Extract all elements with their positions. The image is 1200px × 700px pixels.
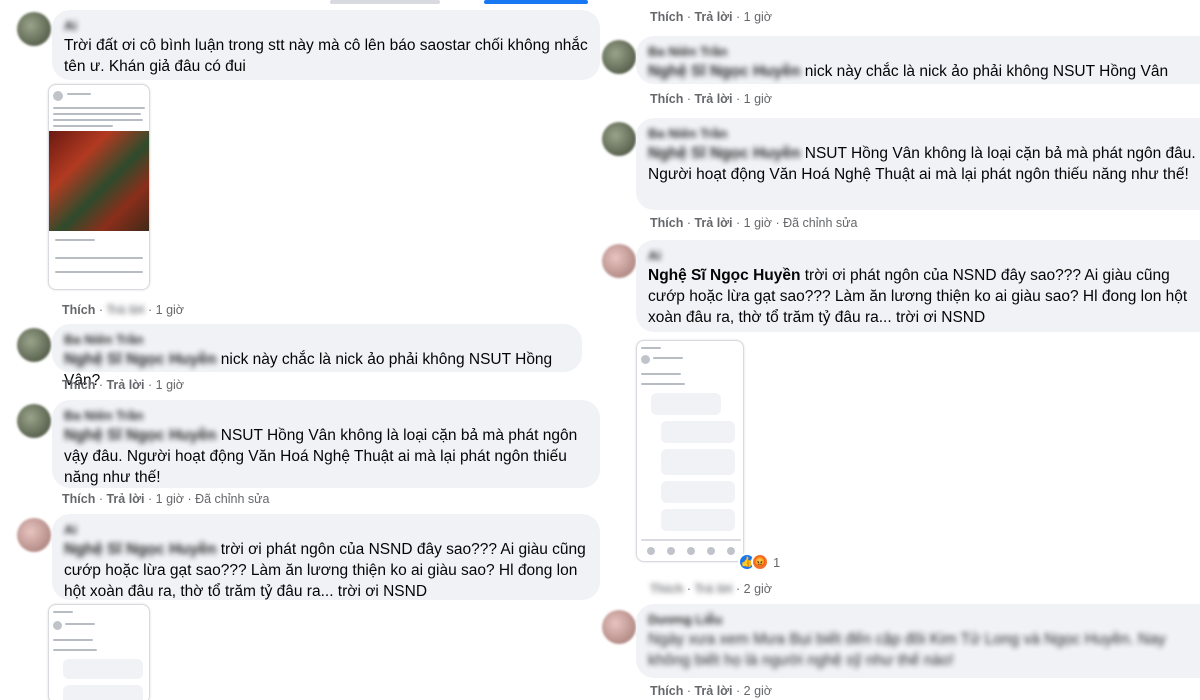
comment-time[interactable]: 2 giờ (744, 582, 772, 596)
like-link[interactable]: Thích (650, 684, 683, 698)
comment-bubble: Ai Trời đất ơi cô bình luận trong stt nà… (52, 10, 600, 80)
right-comment-thread: Thích · Trả lời · 1 giờ Ba Niên Trần Ngh… (600, 0, 1200, 700)
comment-actions: Thích · Trả lời · 1 giờ (62, 303, 184, 317)
avatar[interactable] (17, 518, 51, 552)
comment-text: Ngày xưa xem Mưa Bụi biết đến cặp đôi Ki… (648, 631, 1166, 669)
mention-tag[interactable]: Nghệ Sĩ Ngọc Huyền (64, 541, 216, 558)
commenter-name[interactable]: Ba Niên Trần (64, 408, 588, 423)
reply-link[interactable]: Trả lời (106, 378, 144, 392)
avatar[interactable] (17, 328, 51, 362)
edited-label: Đã chỉnh sửa (783, 216, 858, 230)
commenter-name[interactable]: Ba Niên Trần (648, 126, 1200, 141)
reply-link[interactable]: Trả lời (694, 10, 732, 24)
reply-link[interactable]: Trả lời (694, 684, 732, 698)
commenter-name[interactable]: Dương Liễu (648, 612, 1200, 627)
comment-bubble: Ba Niên Trần Nghệ Sĩ Ngọc Huyền NSUT Hồn… (52, 400, 600, 488)
comment-time[interactable]: 1 giờ (744, 92, 772, 106)
reply-link[interactable]: Trả lời (694, 582, 732, 596)
commenter-name[interactable]: Ai (64, 18, 588, 33)
mention-tag[interactable]: Nghệ Sĩ Ngọc Huyền (648, 145, 800, 162)
left-comment-thread: Ai Trời đất ơi cô bình luận trong stt nà… (0, 0, 600, 700)
avatar[interactable] (17, 404, 51, 438)
attached-screenshot[interactable] (48, 604, 150, 700)
commenter-name[interactable]: Ai (64, 522, 588, 537)
like-link[interactable]: Thích (650, 216, 683, 230)
comment-time[interactable]: 2 giờ (744, 684, 772, 698)
attached-screenshot[interactable] (636, 340, 744, 562)
reply-link[interactable]: Trả lời (694, 92, 732, 106)
comment-actions: Thích · Trả lời · 2 giờ (650, 582, 772, 596)
commenter-name[interactable]: Ba Niên Trần (64, 332, 570, 347)
comment-actions: Thích · Trả lời · 2 giờ (650, 684, 772, 698)
avatar[interactable] (17, 12, 51, 46)
reply-link[interactable]: Trả lời (694, 216, 732, 230)
comment-time[interactable]: 1 giờ (156, 378, 184, 392)
commenter-name[interactable]: Ai (648, 248, 1200, 263)
comment-text: nick này chắc là nick ảo phải không NSUT… (804, 63, 1169, 80)
mention-tag[interactable]: Nghệ Sĩ Ngọc Huyền (648, 267, 800, 284)
avatar[interactable] (602, 244, 636, 278)
comment-bubble: Dương Liễu Ngày xưa xem Mưa Bụi biết đến… (636, 604, 1200, 678)
comment-time[interactable]: 1 giờ (744, 216, 772, 230)
comment-bubble: Ai Nghệ Sĩ Ngọc Huyền trời ơi phát ngôn … (636, 240, 1200, 332)
reply-link[interactable]: Trả lời (106, 492, 144, 506)
like-link[interactable]: Thích (62, 303, 95, 317)
comment-actions: Thích · Trả lời · 1 giờ (650, 92, 772, 106)
comment-bubble: Ba Niên Trần Nghệ Sĩ Ngọc Huyền NSUT Hồn… (636, 118, 1200, 210)
like-link[interactable]: Thích (62, 378, 95, 392)
reaction-summary[interactable]: 👍 😡 1 (738, 553, 780, 571)
comment-time[interactable]: 1 giờ (744, 10, 772, 24)
comment-bubble: Ba Niên Trần Nghệ Sĩ Ngọc Huyền nick này… (52, 324, 582, 389)
reaction-count: 1 (773, 554, 781, 570)
comment-text: Trời đất ơi cô bình luận trong stt này m… (64, 37, 588, 75)
like-link[interactable]: Thích (650, 92, 683, 106)
comment-actions: Thích · Trả lời · 1 giờ (62, 378, 184, 392)
mention-tag[interactable]: Nghệ Sĩ Ngọc Huyền (648, 63, 800, 80)
like-link[interactable]: Thích (650, 582, 683, 596)
avatar[interactable] (602, 610, 636, 644)
attached-screenshot[interactable] (48, 84, 150, 290)
commenter-name[interactable]: Ba Niên Trần (648, 44, 1200, 59)
mention-tag[interactable]: Nghệ Sĩ Ngọc Huyền (64, 427, 216, 444)
comment-bubble: Ai Nghệ Sĩ Ngọc Huyền trời ơi phát ngôn … (52, 514, 600, 600)
avatar[interactable] (602, 122, 636, 156)
comment-actions: Thích · Trả lời · 1 giờ (650, 10, 772, 24)
comment-actions: Thích · Trả lời · 1 giờ · Đã chỉnh sửa (62, 492, 270, 506)
reply-link[interactable]: Trả lời (106, 303, 144, 317)
mention-tag[interactable]: Nghệ Sĩ Ngọc Huyền (64, 351, 216, 368)
comment-time[interactable]: 1 giờ (156, 303, 184, 317)
like-link[interactable]: Thích (650, 10, 683, 24)
comment-time[interactable]: 1 giờ (156, 492, 184, 506)
top-cropped-element (330, 0, 440, 4)
edited-label: Đã chỉnh sửa (195, 492, 270, 506)
top-cropped-button[interactable] (484, 0, 588, 4)
angry-reaction-icon: 😡 (751, 553, 769, 571)
comment-bubble: Ba Niên Trần Nghệ Sĩ Ngọc Huyền nick này… (636, 36, 1200, 84)
avatar[interactable] (602, 40, 636, 74)
comment-actions: Thích · Trả lời · 1 giờ · Đã chỉnh sửa (650, 216, 858, 230)
like-link[interactable]: Thích (62, 492, 95, 506)
